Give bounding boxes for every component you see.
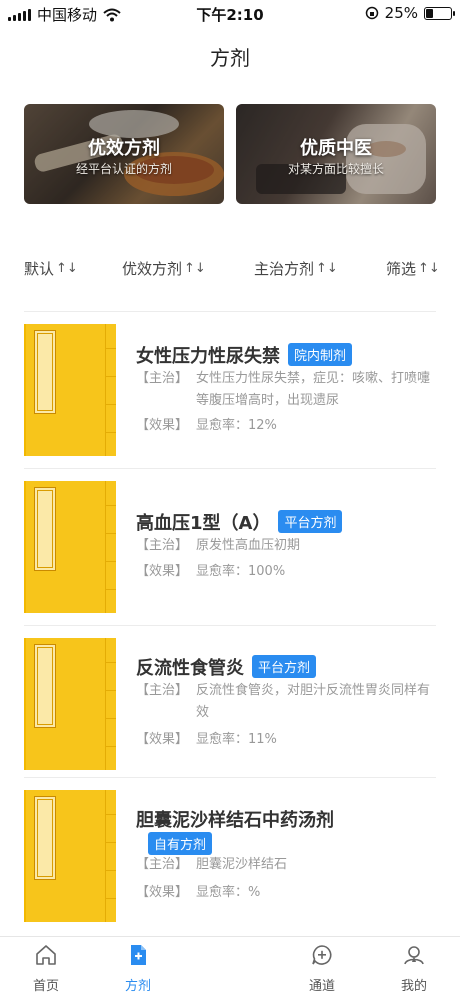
indication-row: 【主治】 女性压力性尿失禁，症见：咳嗽、打喷嚏等腹压增高时，出现遗尿 (136, 371, 431, 408)
battery-icon (424, 6, 455, 20)
sort-icon: ↑↓ (184, 261, 206, 276)
page-title: 方剂 (210, 46, 250, 70)
filter-label: 优效方剂 (122, 260, 183, 278)
channel-icon (312, 945, 332, 965)
effect-row: 【效果】 显愈率：100% (136, 564, 286, 579)
type-badge: 平台方剂 (278, 510, 343, 533)
tab-label: 方剂 (124, 979, 151, 994)
tab-channel[interactable]: 通道 (292, 943, 352, 994)
prescription-name: 高血压1型（A） 平台方剂 (136, 509, 343, 535)
indication-row: 【主治】 反流性食管炎，对胆汁反流性胃炎同样有效 (136, 683, 431, 720)
prescription-item[interactable]: 女性压力性尿失禁 院内制剂 【主治】 女性压力性尿失禁，症见：咳嗽、打喷嚏等腹压增高… (24, 312, 436, 469)
filter-screen[interactable]: 筛选 ↑↓ (386, 258, 440, 279)
banner-title: 优效方剂 (88, 138, 160, 159)
tab-label: 通道 (308, 979, 335, 994)
filter-label: 默认 (24, 260, 55, 278)
battery-fill (426, 8, 433, 18)
effect-row: 【效果】 显愈率：12% (136, 418, 277, 433)
type-badge: 自有方剂 (148, 832, 213, 855)
bottom-tab-bar: 首页 方剂 通道 我的 (0, 936, 460, 996)
filter-indication[interactable]: 主治方剂 ↑↓ (254, 258, 338, 279)
tab-label: 我的 (400, 979, 427, 994)
type-badge: 平台方剂 (252, 655, 317, 678)
type-badge: 院内制剂 (288, 343, 353, 366)
effect-row: 【效果】 显愈率：11% (136, 732, 277, 747)
banner-quality-doctors[interactable]: 优质中医 对某方面比较擅长 (236, 104, 436, 204)
status-right: 25% (365, 4, 455, 22)
battery-percent: 25% (384, 4, 418, 22)
banner-subtitle: 对某方面比较擅长 (287, 162, 384, 176)
prescription-item[interactable]: 高血压1型（A） 平台方剂 【主治】 原发性高血压初期 【效果】 显愈率：100% (24, 469, 436, 626)
sort-icon: ↑↓ (56, 261, 78, 276)
book-cover-icon (24, 638, 116, 770)
status-bar: 中国移动 下午2:10 25% (0, 0, 460, 26)
prescription-name: 反流性食管炎 平台方剂 (136, 654, 317, 680)
prescription-name: 女性压力性尿失禁 院内制剂 (136, 342, 353, 368)
profile-icon (404, 946, 424, 965)
badge-line: 自有方剂 (148, 832, 213, 855)
book-cover-icon (24, 790, 116, 922)
book-cover-icon (24, 481, 116, 613)
banner-title: 优质中医 (300, 138, 372, 159)
filter-label: 筛选 (386, 260, 417, 278)
banner-effective-prescriptions[interactable]: 优效方剂 经平台认证的方剂 (24, 104, 224, 204)
tab-prescriptions[interactable]: 方剂 (108, 943, 168, 994)
home-icon (36, 945, 56, 965)
tab-label: 首页 (32, 979, 59, 994)
orientation-lock-icon (365, 6, 378, 20)
filter-effective[interactable]: 优效方剂 ↑↓ (122, 258, 206, 279)
prescription-icon (131, 945, 146, 965)
sort-icon: ↑↓ (418, 261, 440, 276)
indication-row: 【主治】 胆囊泥沙样结石 (136, 857, 288, 872)
prescription-item[interactable]: 胆囊泥沙样结石中药汤剂 自有方剂 【主治】 胆囊泥沙样结石 【效果】 显愈率：% (24, 778, 436, 935)
filter-bar: 默认 ↑↓ 优效方剂 ↑↓ 主治方剂 ↑↓ 筛选 ↑↓ (0, 258, 460, 288)
book-cover-icon (24, 324, 116, 456)
tab-profile[interactable]: 我的 (384, 943, 444, 994)
prescription-name: 胆囊泥沙样结石中药汤剂 (136, 810, 334, 831)
sort-icon: ↑↓ (316, 261, 338, 276)
filter-label: 主治方剂 (254, 260, 315, 278)
tab-home[interactable]: 首页 (16, 943, 76, 994)
effect-row: 【效果】 显愈率：% (136, 885, 261, 900)
banner-subtitle: 经平台认证的方剂 (75, 162, 172, 176)
filter-default[interactable]: 默认 ↑↓ (24, 258, 78, 279)
indication-row: 【主治】 原发性高血压初期 (136, 538, 301, 553)
prescription-item[interactable]: 反流性食管炎 平台方剂 【主治】 反流性食管炎，对胆汁反流性胃炎同样有效 【效果】显… (24, 626, 436, 783)
